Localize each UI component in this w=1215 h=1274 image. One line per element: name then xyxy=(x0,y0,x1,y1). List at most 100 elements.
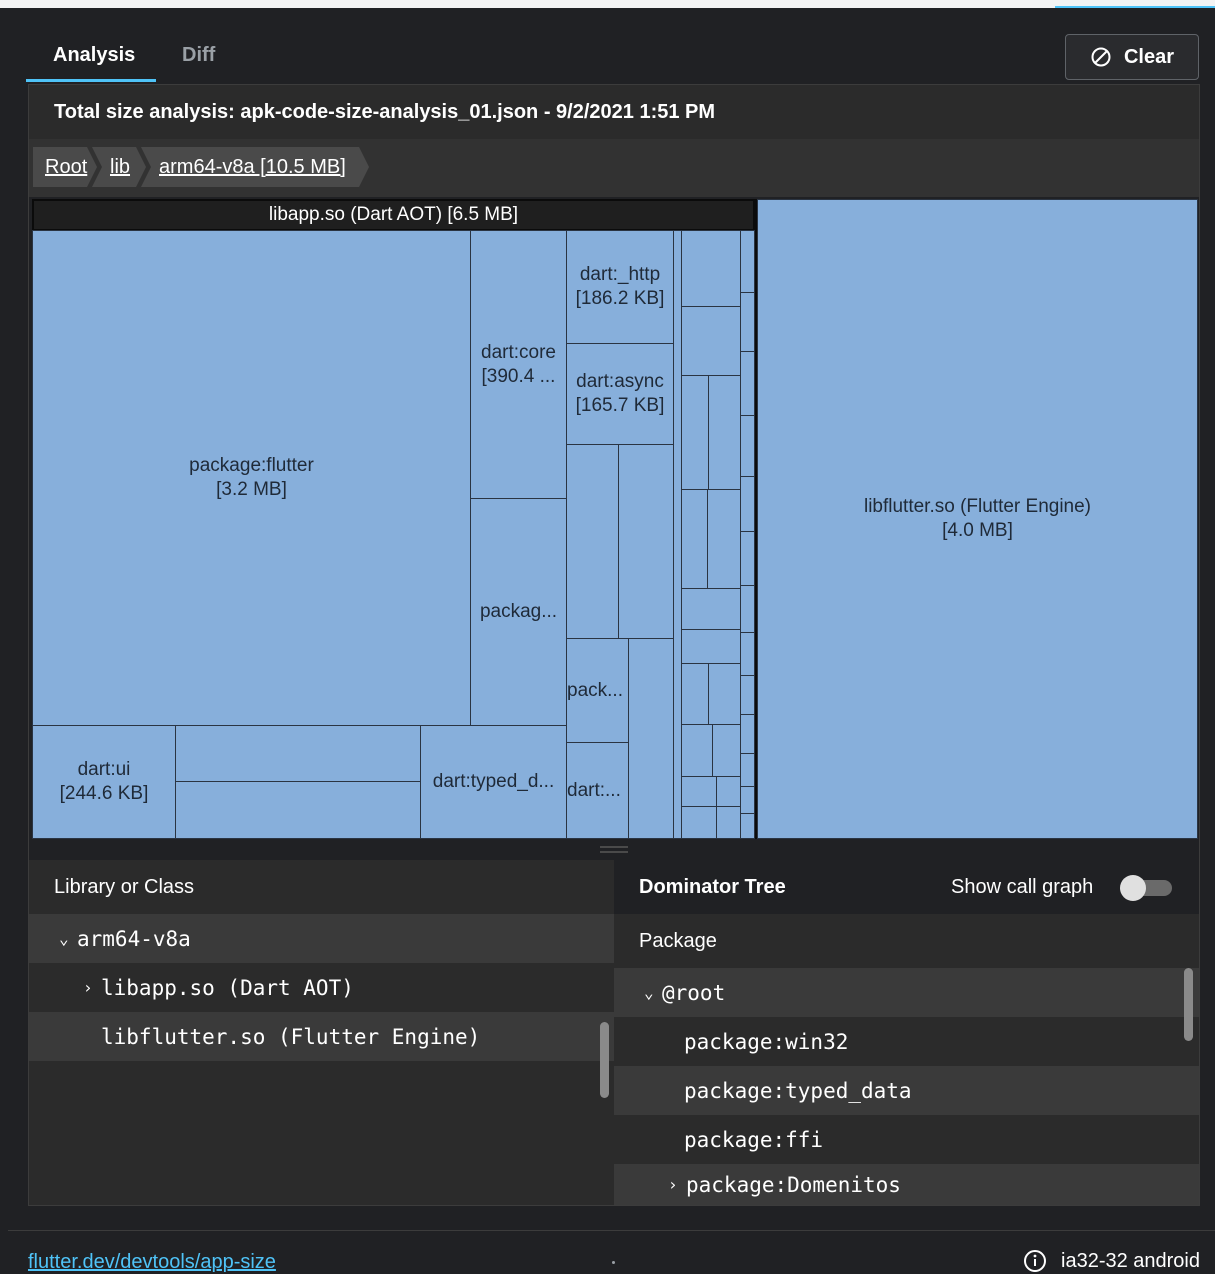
treemap-node-dart-ui[interactable]: dart:ui [244.6 KB] xyxy=(32,725,176,839)
treemap-label-size: [186.2 KB] xyxy=(575,288,665,309)
treemap-node-dart-truncated[interactable]: dart:... xyxy=(566,742,629,839)
treemap-label-size: [390.4 ... xyxy=(481,365,556,387)
status-dot xyxy=(612,1261,615,1264)
library-or-class-title: Library or Class xyxy=(54,875,195,898)
status-bar: flutter.dev/devtools/app-size ia32-32 an… xyxy=(8,1230,1215,1273)
tree-row-arm64-v8a[interactable]: ⌄ arm64-v8a xyxy=(29,914,614,963)
treemap-label-name: pack... xyxy=(567,679,623,701)
library-or-class-panel: Library or Class ⌄ arm64-v8a › libapp.so… xyxy=(29,860,614,1205)
resize-handle[interactable] xyxy=(29,840,1199,860)
treemap-node[interactable] xyxy=(740,753,755,787)
treemap-label-name: dart:typed_d... xyxy=(432,771,555,792)
info-icon xyxy=(1024,1250,1046,1272)
tree-row-label: libapp.so (Dart AOT) xyxy=(101,975,354,1000)
treemap-node[interactable] xyxy=(681,588,741,630)
treemap-node[interactable] xyxy=(681,629,741,664)
toggle-knob xyxy=(1120,875,1146,901)
treemap-label-name: dart:_http xyxy=(579,264,661,285)
breadcrumb-arm64-v8a[interactable]: arm64-v8a [10.5 MB] xyxy=(141,147,369,187)
window-top-strip xyxy=(0,0,1215,9)
treemap-node-libflutter[interactable]: libflutter.so (Flutter Engine) [4.0 MB] xyxy=(757,199,1198,839)
treemap: libapp.so (Dart AOT) [6.5 MB] package:fl… xyxy=(32,199,1198,839)
tree-row-label: arm64-v8a xyxy=(77,926,191,951)
treemap-node[interactable] xyxy=(681,375,709,490)
tree-row-root[interactable]: ⌄ @root xyxy=(614,968,1199,1017)
tree-row-package-ffi[interactable]: package:ffi xyxy=(614,1115,1199,1164)
treemap-node[interactable] xyxy=(681,306,741,376)
treemap-node-pack-truncated[interactable]: pack... xyxy=(566,638,629,743)
clear-button[interactable]: Clear xyxy=(1065,34,1199,80)
treemap-node[interactable] xyxy=(740,230,755,293)
treemap-node-dart-http[interactable]: dart:_http [186.2 KB] xyxy=(566,230,674,344)
treemap-node[interactable] xyxy=(740,531,755,586)
treemap-node[interactable] xyxy=(681,724,713,777)
breadcrumb-lib[interactable]: lib xyxy=(92,147,146,187)
treemap-node[interactable] xyxy=(628,638,674,839)
treemap-node[interactable] xyxy=(740,351,755,416)
treemap-node[interactable] xyxy=(707,489,741,589)
treemap-node[interactable] xyxy=(740,585,755,633)
drag-handle-icon xyxy=(600,846,628,848)
treemap-node[interactable] xyxy=(681,663,709,725)
treemap-node-libapp[interactable]: libapp.so (Dart AOT) [6.5 MB] xyxy=(32,199,755,231)
tab-bar: Analysis Diff Clear xyxy=(8,8,1215,86)
treemap-node[interactable] xyxy=(740,714,755,754)
treemap-label-name: dart:ui xyxy=(77,759,131,780)
treemap-label-size: [165.7 KB] xyxy=(575,395,665,416)
treemap-node-dart-typed-data[interactable]: dart:typed_d... xyxy=(420,725,567,839)
treemap-node-package-flutter[interactable]: package:flutter [3.2 MB] xyxy=(32,230,471,726)
treemap-node-dart-core[interactable]: dart:core [390.4 ... xyxy=(470,230,567,499)
tree-row-label: libflutter.so (Flutter Engine) xyxy=(101,1024,481,1049)
chevron-right-icon: › xyxy=(668,1175,678,1194)
left-panel-scrollbar[interactable] xyxy=(600,1022,609,1098)
treemap-node[interactable] xyxy=(175,725,421,782)
treemap-node[interactable] xyxy=(681,776,717,807)
treemap-node[interactable] xyxy=(708,375,741,490)
treemap-label-size: [4.0 MB] xyxy=(942,520,1013,541)
package-column-header[interactable]: Package xyxy=(614,914,1199,968)
tree-row-package-domenitos[interactable]: › package:Domenitos xyxy=(614,1164,1199,1205)
treemap-node[interactable] xyxy=(740,292,755,352)
breadcrumb-root[interactable]: Root xyxy=(33,147,97,187)
treemap-node[interactable] xyxy=(740,813,755,839)
right-panel-scrollbar[interactable] xyxy=(1184,968,1193,1041)
tree-row-package-win32[interactable]: package:win32 xyxy=(614,1017,1199,1066)
treemap-node[interactable] xyxy=(681,230,741,307)
show-call-graph-toggle[interactable] xyxy=(1120,875,1174,901)
treemap-node[interactable] xyxy=(708,663,741,725)
tree-row-label: @root xyxy=(662,980,726,1005)
chevron-right-icon: › xyxy=(83,978,93,997)
treemap-node[interactable] xyxy=(681,489,708,589)
chevron-down-icon: ⌄ xyxy=(644,983,654,1002)
treemap-node[interactable] xyxy=(681,806,717,839)
treemap-label-size: [244.6 KB] xyxy=(59,783,149,804)
treemap-node[interactable] xyxy=(716,806,741,839)
treemap-node[interactable] xyxy=(712,724,741,777)
treemap-node[interactable] xyxy=(740,786,755,814)
treemap-node[interactable] xyxy=(175,781,421,839)
treemap-node[interactable] xyxy=(566,444,619,639)
treemap-node[interactable] xyxy=(740,415,755,477)
treemap-node[interactable] xyxy=(740,632,755,676)
analysis-title-bar: Total size analysis: apk-code-size-analy… xyxy=(29,85,1199,139)
analysis-title: Total size analysis: apk-code-size-analy… xyxy=(54,100,716,123)
device-label: ia32-32 android xyxy=(1061,1249,1200,1272)
treemap-label-name: packag... xyxy=(479,601,558,622)
treemap-node[interactable] xyxy=(716,776,741,807)
block-icon xyxy=(1091,47,1111,67)
dominator-tree-header: Dominator Tree Show call graph xyxy=(614,860,1199,914)
devtools-docs-link[interactable]: flutter.dev/devtools/app-size xyxy=(28,1251,276,1274)
tree-row-libflutter[interactable]: libflutter.so (Flutter Engine) xyxy=(29,1012,614,1061)
treemap-node-dart-async[interactable]: dart:async [165.7 KB] xyxy=(566,343,674,445)
tree-row-libapp[interactable]: › libapp.so (Dart AOT) xyxy=(29,963,614,1012)
treemap-node-package-truncated[interactable]: packag... xyxy=(470,498,567,726)
treemap-node[interactable] xyxy=(740,476,755,532)
tab-analysis[interactable]: Analysis xyxy=(53,44,135,67)
treemap-node[interactable] xyxy=(740,675,755,715)
tab-diff[interactable]: Diff xyxy=(182,44,215,67)
treemap-label-name: dart:async xyxy=(576,371,664,392)
treemap-label-name: libflutter.so (Flutter Engine) xyxy=(863,496,1092,517)
treemap-label-size: [3.2 MB] xyxy=(216,479,287,500)
treemap-node[interactable] xyxy=(618,444,674,639)
tree-row-package-typed-data[interactable]: package:typed_data xyxy=(614,1066,1199,1115)
